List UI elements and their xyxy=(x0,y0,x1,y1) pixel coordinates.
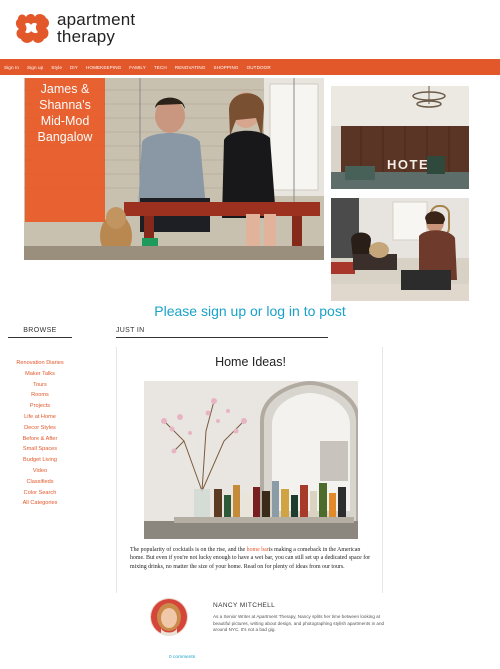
browse-item-all-categories[interactable]: All Categories xyxy=(0,498,80,509)
hero-caption-line-1: James & xyxy=(40,82,90,96)
nav-item-tech[interactable]: TECH xyxy=(154,65,167,70)
logo-icon[interactable] xyxy=(14,11,52,45)
article-excerpt: The popularity of cocktails is on the ri… xyxy=(130,546,373,571)
hero-caption-line-2: Shanna's xyxy=(39,98,91,112)
author-name[interactable]: NANCY MITCHELL xyxy=(213,602,275,609)
nav-item-family[interactable]: FAMILY xyxy=(129,65,146,70)
nav-item-shopping[interactable]: SHOPPING xyxy=(214,65,239,70)
browse-item-budget-living[interactable]: Budget Living xyxy=(0,455,80,466)
browse-item-small-spaces[interactable]: Small Spaces xyxy=(0,444,80,455)
article-title[interactable]: Home Ideas! xyxy=(117,355,384,369)
browse-heading: BROWSE xyxy=(8,327,72,338)
nav-item-sign-in[interactable]: Sign In xyxy=(4,65,19,70)
browse-item-projects[interactable]: Projects xyxy=(0,401,80,412)
excerpt-text-before: The popularity of cocktails is on the ri… xyxy=(130,547,247,553)
brand-wordmark[interactable]: apartment therapy xyxy=(57,11,135,45)
brand-line-2: therapy xyxy=(57,27,116,46)
just-in-heading: JUST IN xyxy=(116,327,328,338)
browse-item-classifieds[interactable]: Classifieds xyxy=(0,477,80,488)
nav-item-outdoor[interactable]: OUTDOOR xyxy=(247,65,271,70)
browse-item-rooms[interactable]: Rooms xyxy=(0,390,80,401)
author-avatar[interactable] xyxy=(150,598,188,636)
main-nav: Sign In Sign up Style DIY HOMEKEEPING FA… xyxy=(0,59,500,75)
browse-item-life-at-home[interactable]: Life at Home xyxy=(0,412,80,423)
signup-login-link[interactable]: Please sign up or log in to post xyxy=(0,303,500,319)
side-photo-hotel[interactable]: HOTEL xyxy=(331,86,469,189)
browse-item-before-after[interactable]: Before & After xyxy=(0,434,80,445)
nav-item-style[interactable]: Style xyxy=(51,65,62,70)
browse-item-decor-styles[interactable]: Decor Styles xyxy=(0,423,80,434)
browse-item-video[interactable]: Video xyxy=(0,466,80,477)
nav-item-diy[interactable]: DIY xyxy=(70,65,78,70)
browse-item-renovation-diaries[interactable]: Renovation Diaries xyxy=(0,358,80,369)
hero-caption-line-4: Bangalow xyxy=(37,130,93,144)
side-photo-couple[interactable] xyxy=(331,198,469,301)
article-image[interactable] xyxy=(144,381,358,539)
author-bio: As a Senior Writer at Apartment Therapy,… xyxy=(213,614,385,633)
browse-list: Renovation Diaries Maker Talks Tours Roo… xyxy=(0,358,80,509)
nav-item-renovating[interactable]: RENOVATING xyxy=(175,65,206,70)
site-header: apartment therapy xyxy=(0,0,500,58)
browse-item-maker-talks[interactable]: Maker Talks xyxy=(0,369,80,380)
hero-caption-panel[interactable]: James & Shanna's Mid-Mod Bangalow xyxy=(25,78,105,222)
article-card: Home Ideas! The popularity of cocktails … xyxy=(116,347,383,593)
hero-caption-line-3: Mid-Mod xyxy=(40,114,90,128)
home-bar-link[interactable]: home bar xyxy=(247,547,269,553)
browse-item-tours[interactable]: Tours xyxy=(0,380,80,391)
comments-link[interactable]: 0 comments xyxy=(169,655,195,660)
brand-line-1: apartment xyxy=(57,10,136,29)
browse-item-color-search[interactable]: Color Search xyxy=(0,488,80,499)
nav-item-homekeeping[interactable]: HOMEKEEPING xyxy=(86,65,121,70)
nav-item-sign-up[interactable]: Sign up xyxy=(27,65,43,70)
